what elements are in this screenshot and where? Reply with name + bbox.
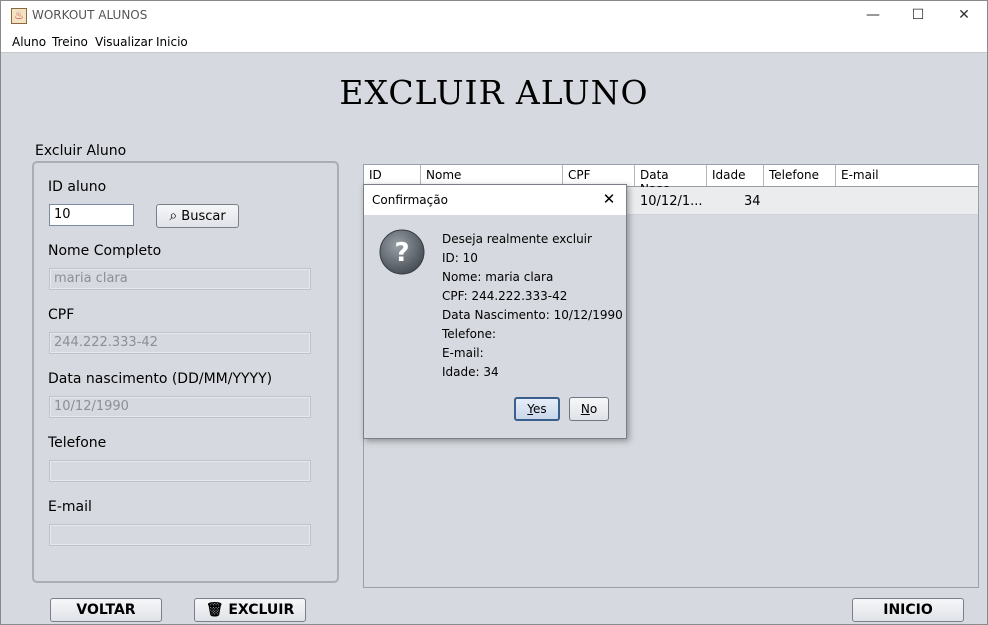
minimize-button[interactable]: — <box>850 1 896 31</box>
dialog-close-button[interactable]: ✕ <box>592 185 626 215</box>
id-input[interactable]: 10 <box>49 204 134 226</box>
id-label: ID aluno <box>48 179 107 195</box>
email-field[interactable] <box>49 524 311 546</box>
cpf-label: CPF <box>48 307 75 323</box>
menu-aluno[interactable]: Aluno <box>12 35 46 49</box>
dialog-message-line: CPF: 244.222.333-42 <box>442 289 568 303</box>
dialog-message-line: Data Nascimento: 10/12/1990 <box>442 308 623 322</box>
cell-data-nasc: 10/12/1... <box>640 194 703 209</box>
col-nome[interactable]: Nome <box>421 165 563 186</box>
birth-field[interactable]: 10/12/1990 <box>49 396 311 418</box>
delete-button[interactable]: 🗑 EXCLUIR <box>194 598 306 622</box>
dialog-message-line: Idade: 34 <box>442 365 499 379</box>
dialog-message-line: Nome: maria clara <box>442 270 554 284</box>
trash-icon: 🗑 <box>205 602 224 618</box>
col-telefone[interactable]: Telefone <box>764 165 836 186</box>
search-button[interactable]: ⌕ Buscar <box>156 204 239 228</box>
email-label: E-mail <box>48 499 92 515</box>
dialog-message-line: E-mail: <box>442 346 484 360</box>
question-icon: ? <box>379 229 425 275</box>
dialog-title: Confirmação <box>372 193 448 207</box>
delete-button-label: EXCLUIR <box>228 602 295 618</box>
confirm-dialog: Confirmação ✕ ? Deseja realmente excluir… <box>363 184 627 439</box>
menu-inicio[interactable]: Inicio <box>156 35 188 49</box>
col-email[interactable]: E-mail <box>836 165 978 186</box>
birth-label: Data nascimento (DD/MM/YYYY) <box>48 371 273 387</box>
yes-button[interactable]: Yes <box>514 397 560 421</box>
cpf-field[interactable]: 244.222.333-42 <box>49 332 311 354</box>
svg-text:?: ? <box>394 238 409 268</box>
menu-treino[interactable]: Treino <box>52 35 88 49</box>
col-data-nasc[interactable]: Data Nasc <box>635 165 707 196</box>
search-button-label: Buscar <box>181 209 226 224</box>
phone-field[interactable] <box>49 460 311 482</box>
title-bar: ♨ WORKOUT ALUNOS — ☐ ✕ <box>1 1 987 31</box>
window-title: WORKOUT ALUNOS <box>32 8 148 22</box>
page-title: EXCLUIR ALUNO <box>339 73 649 112</box>
col-idade[interactable]: Idade <box>707 165 764 186</box>
menu-bar: Aluno Treino Visualizar Inicio <box>1 31 987 53</box>
name-label: Nome Completo <box>48 243 162 259</box>
no-button[interactable]: No <box>569 397 609 421</box>
dialog-title-bar: Confirmação ✕ <box>364 185 626 215</box>
home-button[interactable]: INICIO <box>852 598 964 622</box>
phone-label: Telefone <box>48 435 107 451</box>
dialog-message-line: ID: 10 <box>442 251 478 265</box>
search-icon: ⌕ <box>169 208 178 224</box>
menu-visualizar[interactable]: Visualizar <box>95 35 153 49</box>
col-cpf[interactable]: CPF <box>563 165 635 186</box>
group-label: Excluir Aluno <box>35 143 127 159</box>
name-field[interactable]: maria clara <box>49 268 311 290</box>
main-window: ♨ WORKOUT ALUNOS — ☐ ✕ Aluno Treino Visu… <box>0 0 988 625</box>
cell-idade: 34 <box>744 194 761 209</box>
close-button[interactable]: ✕ <box>941 1 987 31</box>
java-app-icon: ♨ <box>11 8 27 24</box>
back-button[interactable]: VOLTAR <box>50 598 162 622</box>
maximize-button[interactable]: ☐ <box>895 1 941 31</box>
dialog-message-line: Deseja realmente excluir <box>442 232 592 246</box>
dialog-message-line: Telefone: <box>442 327 496 341</box>
col-id[interactable]: ID <box>364 165 421 186</box>
